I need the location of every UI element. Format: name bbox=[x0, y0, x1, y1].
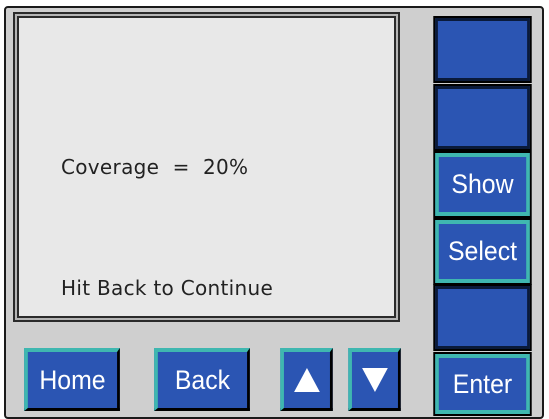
show-button[interactable]: Show bbox=[433, 151, 532, 218]
display-screen: Coverage = 20% Hit Back to Continue bbox=[17, 16, 396, 318]
back-button-label: Back bbox=[174, 364, 231, 395]
soft-key-5[interactable] bbox=[433, 284, 532, 351]
select-button[interactable]: Select bbox=[433, 218, 532, 285]
enter-button[interactable]: Enter bbox=[433, 352, 532, 416]
soft-key-2[interactable] bbox=[433, 84, 532, 151]
soft-key-1[interactable] bbox=[433, 16, 532, 83]
coverage-readout: Coverage = 20% bbox=[61, 155, 249, 179]
home-button-label: Home bbox=[39, 364, 106, 395]
back-button[interactable]: Back bbox=[154, 348, 250, 411]
down-arrow-icon bbox=[362, 368, 388, 392]
down-button[interactable] bbox=[348, 348, 401, 411]
up-arrow-icon bbox=[294, 368, 320, 392]
select-button-label: Select bbox=[447, 236, 518, 266]
home-button[interactable]: Home bbox=[24, 348, 120, 411]
up-button[interactable] bbox=[280, 348, 333, 411]
enter-button-label: Enter bbox=[452, 368, 513, 399]
show-button-label: Show bbox=[451, 169, 514, 199]
continue-hint: Hit Back to Continue bbox=[61, 276, 274, 300]
